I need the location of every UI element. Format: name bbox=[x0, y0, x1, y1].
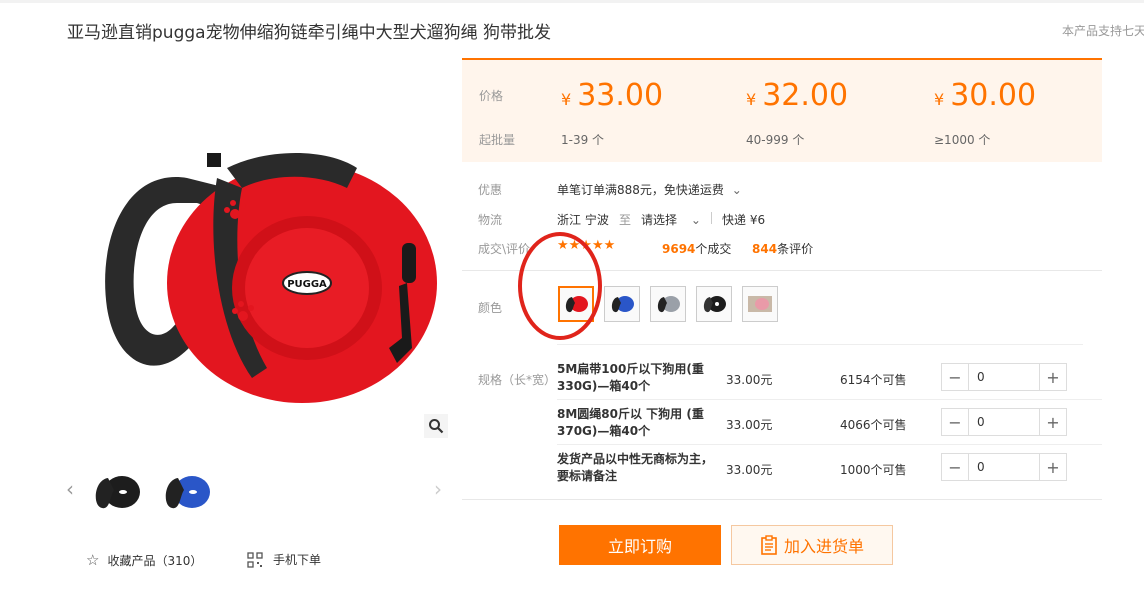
zoom-button[interactable] bbox=[424, 414, 448, 438]
mobile-order-label: 手机下单 bbox=[273, 553, 322, 567]
star-outline-icon: ☆ bbox=[86, 551, 100, 569]
spec-name-1: 5M扁带100斤以下狗用(重330G)—箱40个 bbox=[557, 362, 704, 393]
magnifier-icon bbox=[429, 419, 444, 434]
promo-text: 单笔订单满888元，免快递运费 bbox=[557, 183, 724, 197]
increment-button[interactable]: + bbox=[1040, 409, 1066, 435]
chevron-down-icon: ⌄ bbox=[690, 213, 701, 227]
qty-tier-1: 1-39 个 bbox=[561, 133, 605, 147]
spec-price-3: 33.00元 bbox=[726, 463, 773, 477]
divider bbox=[557, 444, 1102, 445]
shipping-fee: 快递 ¥6 bbox=[722, 213, 766, 227]
divider bbox=[711, 212, 712, 224]
reviews-count[interactable]: 844条评价 bbox=[752, 240, 813, 257]
product-title: 亚马逊直销pugga宠物伸缩狗链牵引绳中大型犬遛狗绳 狗带批发 bbox=[67, 23, 551, 43]
spec-price-1: 33.00元 bbox=[726, 373, 773, 387]
spec-price-2: 33.00元 bbox=[726, 418, 773, 432]
decrement-button[interactable]: − bbox=[942, 409, 968, 435]
chevron-down-icon: ⌄ bbox=[731, 183, 742, 197]
annotation-circle bbox=[518, 232, 602, 340]
favorite-label: 收藏产品（310） bbox=[107, 553, 203, 568]
quantity-stepper-1: − 0 + bbox=[941, 363, 1067, 391]
spec-stock-2: 4066个可售 bbox=[840, 418, 907, 432]
price-tier-3: ¥30.00 bbox=[934, 78, 1037, 113]
add-to-cart-button[interactable]: 加入进货单 bbox=[731, 525, 893, 565]
color-swatch-black[interactable] bbox=[696, 286, 732, 322]
price-tier-1: ¥33.00 bbox=[561, 78, 664, 113]
deals-count[interactable]: 9694个成交 bbox=[662, 240, 731, 257]
mobile-order-button[interactable]: 手机下单 bbox=[247, 551, 321, 568]
destination-select[interactable]: 请选择 ⌄ bbox=[641, 211, 701, 228]
moq-label: 起批量 bbox=[479, 133, 516, 147]
origin-text: 浙江 宁波 bbox=[557, 213, 609, 227]
qty-tier-2: 40-999 个 bbox=[746, 133, 805, 147]
thumbnail-blue[interactable] bbox=[158, 466, 216, 518]
spec-stock-3: 1000个可售 bbox=[840, 463, 907, 477]
divider bbox=[557, 399, 1102, 400]
quantity-stepper-2: − 0 + bbox=[941, 408, 1067, 436]
support-note: 本产品支持七天 bbox=[1062, 24, 1144, 38]
brand-logo-text: PUGGA bbox=[287, 279, 327, 290]
price-tier-2: ¥32.00 bbox=[746, 78, 849, 113]
quantity-stepper-3: − 0 + bbox=[941, 453, 1067, 481]
spec-label: 规格（长*宽） bbox=[478, 373, 557, 387]
increment-button[interactable]: + bbox=[1040, 454, 1066, 480]
color-swatch-gray[interactable] bbox=[650, 286, 686, 322]
color-label: 颜色 bbox=[478, 301, 503, 315]
add-to-cart-label: 加入进货单 bbox=[783, 537, 864, 556]
thumb-next-arrow[interactable]: › bbox=[434, 477, 442, 501]
quantity-input[interactable]: 0 bbox=[968, 454, 1040, 480]
decrement-button[interactable]: − bbox=[942, 454, 968, 480]
destination-text: 请选择 bbox=[641, 213, 678, 227]
thumbnail-black[interactable] bbox=[88, 466, 146, 518]
decrement-button[interactable]: − bbox=[942, 364, 968, 390]
qty-tier-3: ≥1000 个 bbox=[934, 133, 991, 147]
price-label: 价格 bbox=[479, 89, 504, 103]
favorite-button[interactable]: ☆ 收藏产品（310） bbox=[86, 551, 202, 569]
top-divider bbox=[0, 0, 1144, 3]
to-text: 至 bbox=[619, 213, 632, 227]
clipboard-icon bbox=[761, 535, 777, 555]
divider bbox=[557, 344, 1083, 345]
promo-dropdown[interactable]: 单笔订单满888元，免快递运费 ⌄ bbox=[557, 181, 742, 198]
logistics-label: 物流 bbox=[478, 213, 503, 227]
qrcode-icon bbox=[247, 551, 263, 568]
spec-stock-1: 6154个可售 bbox=[840, 373, 907, 387]
section-divider bbox=[462, 499, 1102, 500]
main-product-image[interactable]: PUGGA bbox=[67, 118, 447, 438]
spec-name-3: 发货产品以中性无商标为主，要标请备注 bbox=[557, 452, 714, 483]
color-swatch-blue[interactable] bbox=[604, 286, 640, 322]
quantity-input[interactable]: 0 bbox=[968, 364, 1040, 390]
color-swatch-pink[interactable] bbox=[742, 286, 778, 322]
buy-now-button[interactable]: 立即订购 bbox=[559, 525, 721, 565]
quantity-input[interactable]: 0 bbox=[968, 409, 1040, 435]
increment-button[interactable]: + bbox=[1040, 364, 1066, 390]
spec-name-2: 8M圆绳80斤以 下狗用 (重370G)—箱40个 bbox=[557, 407, 704, 438]
thumb-prev-arrow[interactable]: ‹ bbox=[66, 477, 74, 501]
promo-label: 优惠 bbox=[478, 183, 503, 197]
